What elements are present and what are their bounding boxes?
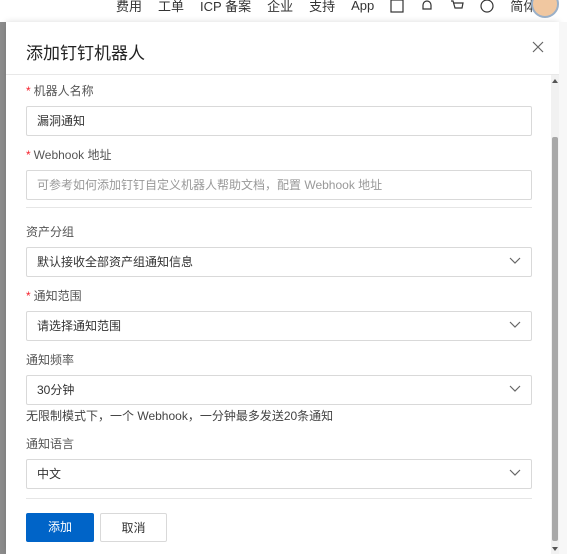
top-nav: 费用 工单 ICP 备案 企业 支持 App 简体 [116,0,552,15]
asset-group-field: 资产分组 默认接收全部资产组通知信息 [26,224,532,277]
dialog-title: 添加钉钉机器人 [26,44,145,63]
console-top-bar: 费用 工单 ICP 备案 企业 支持 App 简体 [0,0,567,23]
notify-language-label: 通知语言 [26,437,75,451]
scroll-thumb[interactable] [552,137,558,541]
notify-scope-label: * 通知范围 [26,289,82,303]
notify-frequency-select[interactable]: 30分钟 [26,375,532,405]
required-mark: * [26,84,31,98]
scroll-down-icon[interactable] [552,547,558,551]
nav-app[interactable]: App [351,0,374,13]
dialog-body: * 机器人名称 漏洞通知 * Webhook 地址 可参考如何添加钉钉自定义机器人帮… [6,75,551,554]
add-button[interactable]: 添加 [26,513,94,542]
nav-support[interactable]: 支持 [309,0,335,15]
robot-name-field: * 机器人名称 漏洞通知 [26,83,532,136]
dialog-header: 添加钉钉机器人 [6,22,559,75]
webhook-label: * Webhook 地址 [26,148,112,162]
chevron-down-icon [509,257,521,264]
robot-name-label: * 机器人名称 [26,84,94,98]
notify-language-select[interactable]: 中文 [26,459,532,489]
chevron-down-icon [509,469,521,476]
chevron-down-icon [509,385,521,392]
frequency-hint: 无限制模式下，一个 Webhook，一分钟最多发送20条通知 [26,409,334,423]
scroll-up-icon[interactable] [552,79,558,83]
nav-icp[interactable]: ICP 备案 [200,0,251,15]
notify-frequency-label: 通知频率 [26,353,75,367]
notify-scope-select[interactable]: 请选择通知范围 [26,311,532,341]
overlay-right-edge [559,22,567,554]
nav-enterprise[interactable]: 企业 [267,0,293,15]
asset-group-label: 资产分组 [26,225,75,239]
help-icon[interactable] [480,0,494,13]
close-icon[interactable] [531,40,545,54]
required-mark: * [26,289,31,303]
robot-name-input[interactable]: 漏洞通知 [26,106,532,136]
required-mark: * [26,148,31,162]
divider [26,207,532,208]
notify-frequency-field: 通知频率 30分钟 [26,352,532,405]
cancel-button[interactable]: 取消 [100,513,167,542]
nav-tickets[interactable]: 工单 [158,0,184,15]
cart-icon[interactable] [450,0,464,13]
nav-billing[interactable]: 费用 [116,0,142,15]
avatar[interactable] [531,0,559,18]
webhook-input[interactable]: 可参考如何添加钉钉自定义机器人帮助文档，配置 Webhook 地址 [26,170,532,200]
vertical-scrollbar[interactable] [551,75,559,554]
notify-scope-field: * 通知范围 请选择通知范围 [26,288,532,341]
add-dingtalk-robot-dialog: 添加钉钉机器人 * 机器人名称 漏洞通知 * Webhook 地址 可参考如何添加钉… [6,22,559,554]
notify-language-field: 通知语言 中文 [26,436,532,489]
divider [26,498,532,499]
asset-group-select[interactable]: 默认接收全部资产组通知信息 [26,247,532,277]
bell-icon[interactable] [420,0,434,13]
webhook-field: * Webhook 地址 可参考如何添加钉钉自定义机器人帮助文档，配置 Webho… [26,147,532,200]
chevron-down-icon [509,321,521,328]
message-icon[interactable] [390,0,404,13]
